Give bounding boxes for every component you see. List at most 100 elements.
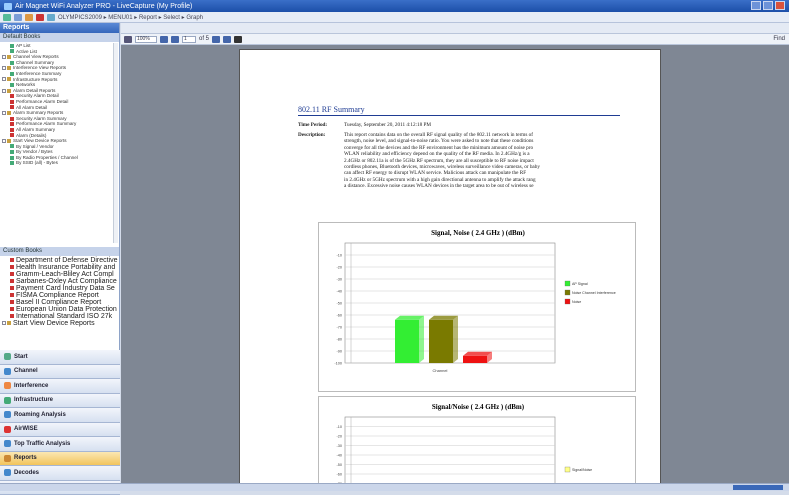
custom-tree-item[interactable]: Department of Defense Directive	[2, 257, 119, 264]
custom-tree-item[interactable]: Basel II Compliance Report	[2, 299, 119, 306]
time-period-label: Time Period:	[298, 122, 327, 128]
folder-icon	[7, 66, 11, 70]
legend-item: AP Signal	[565, 281, 588, 286]
custom-tree-label: European Union Data Protection	[16, 306, 117, 313]
expand-toggle-icon[interactable]	[2, 77, 6, 81]
custom-tree-item[interactable]: Payment Card Industry Data Se	[2, 285, 119, 292]
window-controls	[751, 1, 785, 10]
chart-svg-2: Signal/Noise ( 2.4 GHz ) (dBm)-10-20-30-…	[319, 397, 637, 489]
custom-tree-item[interactable]: European Union Data Protection	[2, 306, 119, 313]
custom-tree-item[interactable]: Gramm-Leach-Bliley Act Compl	[2, 271, 119, 278]
expand-toggle-icon[interactable]	[2, 111, 6, 115]
tree-item[interactable]: By SSID (all) - Bytes	[2, 160, 119, 166]
nav-label: AirWISE	[14, 426, 38, 432]
nav-reports-button[interactable]: Reports	[0, 452, 120, 467]
chart-title: Signal, Noise ( 2.4 GHz ) (dBm)	[431, 229, 525, 237]
y-tick-label: -50	[337, 463, 343, 467]
next-page-icon[interactable]	[212, 36, 220, 43]
y-tick-label: -50	[337, 302, 343, 306]
nav-icon	[4, 440, 11, 447]
find-button[interactable]: Find	[773, 36, 785, 42]
report-page: 802.11 RF Summary Time Period: Tuesday, …	[239, 49, 661, 489]
report-icon	[10, 293, 14, 297]
custom-tree-item[interactable]: International Standard ISO 27k	[2, 313, 119, 320]
custom-tree-item[interactable]: Sarbanes-Oxley Act Compliance	[2, 278, 119, 285]
last-page-icon[interactable]	[223, 36, 231, 43]
custom-tree-label: Basel II Compliance Report	[16, 299, 101, 306]
y-tick-label: -90	[337, 350, 343, 354]
folder-icon	[7, 139, 11, 143]
report-icon	[10, 156, 14, 160]
description-label: Description:	[298, 132, 325, 138]
nav-label: Interference	[14, 383, 48, 389]
report-icon	[10, 61, 14, 65]
home-icon[interactable]	[25, 14, 33, 21]
expand-toggle-icon[interactable]	[2, 139, 6, 143]
close-button[interactable]	[775, 1, 785, 10]
zoom-select[interactable]: 100%	[135, 36, 157, 43]
report-icon	[10, 105, 14, 109]
nav-infrastructure-button[interactable]: Infrastructure	[0, 394, 120, 409]
y-tick-label: -20	[337, 266, 343, 270]
main-toolbar: OLYMPICS2009 ▸ MENU01 ▸ Report ▸ Select …	[0, 12, 789, 23]
back-icon[interactable]	[3, 14, 11, 21]
nav-airwise-button[interactable]: AirWISE	[0, 423, 120, 438]
print-icon[interactable]	[124, 36, 132, 43]
nav-decodes-button[interactable]: Decodes	[0, 466, 120, 481]
nav-label: Decodes	[14, 470, 39, 476]
first-page-icon[interactable]	[160, 36, 168, 43]
report-icon	[10, 122, 14, 126]
expand-toggle-icon[interactable]	[2, 66, 6, 70]
tree-label: By SSID (all) - Bytes	[16, 160, 58, 166]
status-bar	[0, 483, 789, 491]
minimize-button[interactable]	[751, 1, 761, 10]
page-number-input[interactable]: 1	[182, 36, 196, 43]
custom-tree-item[interactable]: FISMA Compliance Report	[2, 292, 119, 299]
maximize-button[interactable]	[763, 1, 773, 10]
custom-tree-item[interactable]: Health Insurance Portability and	[2, 264, 119, 271]
nav-label: Reports	[14, 455, 37, 461]
y-tick-label: -40	[337, 290, 343, 294]
report-icon	[10, 117, 14, 121]
sidebar-header: Reports	[0, 23, 119, 33]
report-icon	[10, 144, 14, 148]
custom-books-tree: Department of Defense DirectiveHealth In…	[0, 256, 119, 346]
description-text: This report contains data on the overall…	[344, 132, 654, 190]
report-icon	[10, 307, 14, 311]
expand-toggle-icon[interactable]	[2, 55, 6, 59]
y-tick-label: -30	[337, 278, 343, 282]
nav-top-traffic-analysis-button[interactable]: Top Traffic Analysis	[0, 437, 120, 452]
report-icon	[10, 279, 14, 283]
custom-tree-label: Sarbanes-Oxley Act Compliance	[16, 278, 117, 285]
folder-icon	[7, 321, 11, 325]
custom-footer-item[interactable]: Start View Device Reports	[2, 320, 119, 327]
report-title: 802.11 RF Summary	[298, 105, 365, 114]
refresh-icon[interactable]	[47, 14, 55, 21]
nav-label: Start	[14, 354, 28, 360]
report-viewer-toolbar: 100% 1 of 5 Find	[121, 34, 789, 45]
stop-icon[interactable]	[36, 14, 44, 21]
expand-toggle-icon[interactable]	[2, 89, 6, 93]
report-icon	[10, 314, 14, 318]
expand-toggle-icon[interactable]	[2, 321, 6, 325]
nav-interference-button[interactable]: Interference	[0, 379, 120, 394]
window-titlebar: Air Magnet WiFi Analyzer PRO - LiveCaptu…	[0, 0, 789, 12]
nav-channel-button[interactable]: Channel	[0, 365, 120, 380]
report-icon	[10, 272, 14, 276]
report-icon	[10, 150, 14, 154]
prev-page-icon[interactable]	[171, 36, 179, 43]
custom-books-label: Custom Books	[0, 247, 119, 256]
nav-roaming-analysis-button[interactable]: Roaming Analysis	[0, 408, 120, 423]
sidebar: Reports Default Books AP ListActive List…	[0, 23, 120, 483]
folder-icon	[7, 55, 11, 59]
custom-tree-label: Health Insurance Portability and	[16, 264, 115, 271]
y-tick-label: -70	[337, 326, 343, 330]
bar-ap-signal	[395, 316, 424, 363]
nav-start-button[interactable]: Start	[0, 350, 120, 365]
forward-icon[interactable]	[14, 14, 22, 21]
report-icon	[10, 44, 14, 48]
report-icon	[10, 286, 14, 290]
report-icon	[10, 128, 14, 132]
export-icon[interactable]	[234, 36, 242, 43]
tree-scrollbar[interactable]	[113, 43, 118, 243]
